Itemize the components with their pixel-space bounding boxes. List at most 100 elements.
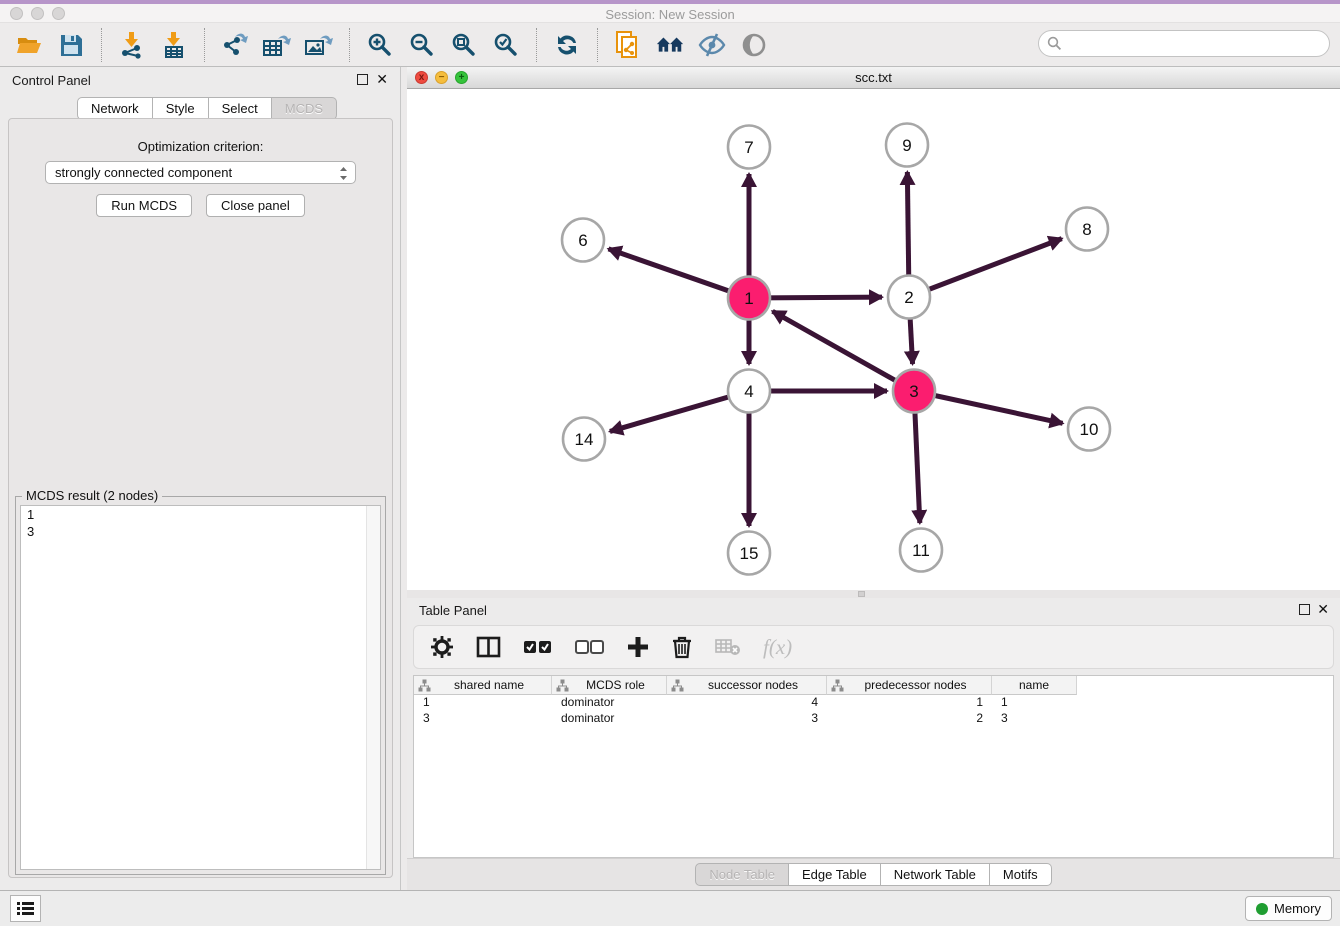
network-titlebar: x − + scc.txt (407, 67, 1340, 89)
tab-edge-table[interactable]: Edge Table (789, 863, 881, 886)
table-row[interactable]: 3 dominator 3 2 3 (414, 711, 1333, 727)
table-row[interactable]: 1 dominator 4 1 1 (414, 695, 1333, 711)
clone-network-button[interactable] (613, 30, 643, 60)
criterion-value: strongly connected component (55, 165, 232, 180)
float-panel-icon[interactable] (357, 74, 368, 85)
table-settings-button[interactable] (430, 635, 454, 659)
graph-node-1[interactable]: 1 (728, 277, 770, 320)
tab-select[interactable]: Select (209, 97, 272, 120)
run-mcds-button[interactable]: Run MCDS (96, 194, 192, 217)
table-panel: Table Panel ✕ f(x) s (407, 598, 1340, 890)
graph-node-15[interactable]: 15 (728, 532, 770, 575)
cell-mcds-role: dominator (552, 711, 667, 727)
svg-text:15: 15 (740, 544, 759, 563)
window-title: Session: New Session (0, 7, 1340, 22)
tab-mcds[interactable]: MCDS (272, 97, 337, 120)
control-panel-title: Control Panel (12, 73, 91, 88)
task-history-button[interactable] (10, 895, 41, 922)
search-input[interactable] (1038, 30, 1330, 57)
export-network-button[interactable] (220, 30, 250, 60)
column-header-predecessor-nodes[interactable]: predecessor nodes (827, 676, 992, 695)
network-title: scc.txt (407, 70, 1340, 85)
mcds-result-list[interactable]: 1 3 (20, 505, 381, 870)
svg-text:4: 4 (744, 382, 753, 401)
column-header-shared-name[interactable]: shared name (414, 676, 552, 695)
delete-table-button[interactable] (715, 637, 741, 657)
column-header-name[interactable]: name (992, 676, 1077, 695)
table-panel-title: Table Panel (419, 603, 487, 618)
import-table-icon (160, 31, 188, 59)
zoom-fit-button[interactable] (449, 30, 479, 60)
svg-text:2: 2 (904, 288, 913, 307)
graph-edge-2-8[interactable] (909, 239, 1062, 297)
cell-successor-nodes: 3 (667, 711, 827, 727)
refresh-layout-button[interactable] (552, 30, 582, 60)
hierarchy-icon (671, 679, 684, 692)
close-table-panel-icon[interactable]: ✕ (1317, 601, 1329, 617)
tab-style[interactable]: Style (153, 97, 209, 120)
search-field[interactable] (1062, 36, 1329, 51)
criterion-dropdown[interactable]: strongly connected component (45, 161, 356, 184)
graph-node-11[interactable]: 11 (900, 529, 942, 572)
graph-edge-3-1[interactable] (773, 311, 914, 391)
search-icon (1047, 36, 1062, 51)
column-header-successor-nodes[interactable]: successor nodes (667, 676, 827, 695)
memory-status-icon (1256, 903, 1268, 915)
graph-node-4[interactable]: 4 (728, 370, 770, 413)
tab-network-table[interactable]: Network Table (881, 863, 990, 886)
create-column-button[interactable] (627, 636, 649, 658)
svg-text:7: 7 (744, 138, 753, 157)
function-builder-button[interactable]: f(x) (763, 635, 792, 660)
graph-node-14[interactable]: 14 (563, 418, 605, 461)
import-network-button[interactable] (117, 30, 147, 60)
export-network-icon (221, 31, 249, 59)
node-table[interactable]: shared name MCDS role successor nodes pr… (413, 675, 1334, 858)
result-scrollbar[interactable] (366, 506, 380, 869)
window-titlebar: Session: New Session (0, 4, 1340, 23)
open-file-button[interactable] (14, 30, 44, 60)
close-panel-button[interactable]: Close panel (206, 194, 305, 217)
tab-motifs[interactable]: Motifs (990, 863, 1052, 886)
save-session-button[interactable] (56, 30, 86, 60)
plus-icon (627, 636, 649, 658)
graph-node-7[interactable]: 7 (728, 126, 770, 169)
graph-node-3[interactable]: 3 (893, 370, 935, 413)
graph-edge-3-10[interactable] (914, 391, 1063, 423)
table-header-row: shared name MCDS role successor nodes pr… (414, 676, 1333, 695)
hierarchy-icon (556, 679, 569, 692)
float-table-panel-icon[interactable] (1299, 604, 1310, 615)
import-table-button[interactable] (159, 30, 189, 60)
graph-node-10[interactable]: 10 (1068, 408, 1110, 451)
select-all-rows-button[interactable] (523, 638, 553, 656)
graph-node-6[interactable]: 6 (562, 219, 604, 262)
cell-successor-nodes: 4 (667, 695, 827, 711)
memory-button[interactable]: Memory (1245, 896, 1332, 921)
show-all-button[interactable] (739, 30, 769, 60)
graph-node-8[interactable]: 8 (1066, 208, 1108, 251)
close-panel-icon[interactable]: ✕ (376, 71, 388, 87)
tab-node-table[interactable]: Node Table (695, 863, 789, 886)
export-image-button[interactable] (304, 30, 334, 60)
splitter-handle[interactable] (858, 591, 865, 597)
delete-table-icon (715, 637, 741, 657)
horizontal-splitter[interactable] (407, 590, 1340, 598)
export-table-button[interactable] (262, 30, 292, 60)
cell-mcds-role: dominator (552, 695, 667, 711)
zoom-selected-button[interactable] (491, 30, 521, 60)
tab-network[interactable]: Network (77, 97, 153, 120)
column-header-mcds-role[interactable]: MCDS role (552, 676, 667, 695)
delete-column-button[interactable] (671, 635, 693, 659)
first-neighbors-button[interactable] (655, 30, 685, 60)
network-canvas[interactable]: 7 9 6 8 1 2 4 3 14 10 15 11 (407, 89, 1340, 590)
graph-node-2[interactable]: 2 (888, 276, 930, 319)
graph-node-9[interactable]: 9 (886, 124, 928, 167)
network-graph[interactable]: 7 9 6 8 1 2 4 3 14 10 15 11 (407, 89, 1340, 590)
status-bar: Memory (0, 890, 1340, 926)
trash-icon (671, 635, 693, 659)
zoom-in-button[interactable] (365, 30, 395, 60)
zoom-out-button[interactable] (407, 30, 437, 60)
export-image-icon (304, 31, 334, 59)
deselect-all-rows-button[interactable] (575, 638, 605, 656)
show-column-panel-button[interactable] (476, 635, 501, 659)
hide-selected-button[interactable] (697, 30, 727, 60)
